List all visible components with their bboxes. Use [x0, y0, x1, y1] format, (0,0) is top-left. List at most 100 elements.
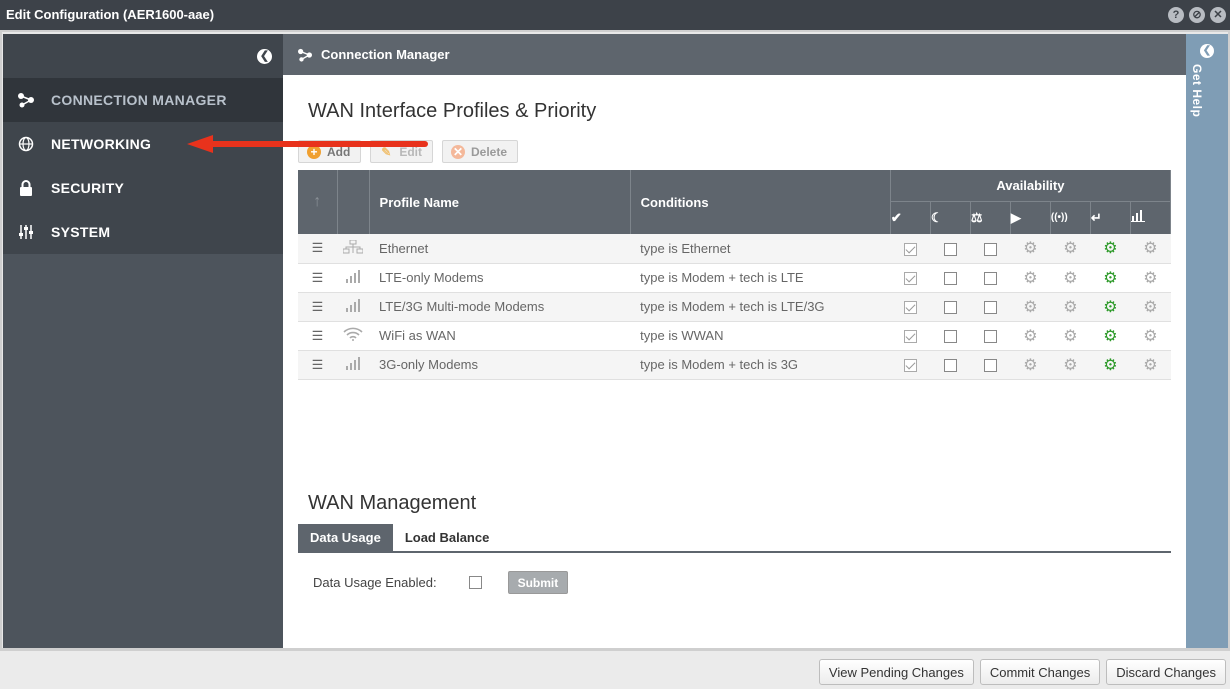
gear-icon[interactable]: ⚙ — [1103, 328, 1117, 345]
drag-handle-icon[interactable]: ☰ — [298, 263, 338, 293]
gear-icon[interactable]: ⚙ — [1063, 299, 1077, 316]
sidebar-item-system[interactable]: SYSTEM — [3, 210, 283, 254]
gear-icon[interactable]: ⚙ — [1063, 240, 1077, 257]
gear-icon[interactable]: ⚙ — [1143, 270, 1157, 287]
profile-name-header[interactable]: Profile Name — [369, 170, 631, 234]
standby-checkbox[interactable] — [943, 330, 957, 344]
get-help-label: Get Help — [1190, 64, 1204, 118]
sort-up-icon[interactable]: ↑ — [298, 170, 338, 234]
enabled-checkbox[interactable] — [903, 272, 917, 286]
enabled-checkbox[interactable] — [903, 359, 917, 373]
profile-name: LTE/3G Multi-mode Modems — [369, 292, 631, 322]
add-button[interactable]: + Add — [298, 140, 362, 163]
signal-icon — [337, 350, 370, 380]
commit-changes-button[interactable]: Commit Changes — [979, 659, 1101, 685]
sidebar-nav: CONNECTION MANAGER NETWORKING SECURITY S… — [3, 78, 283, 254]
profile-condition: type is Ethernet — [630, 234, 891, 264]
loadbalance-checkbox[interactable] — [983, 272, 997, 286]
edit-button[interactable]: ✎ Edit — [370, 140, 433, 163]
data-usage-checkbox[interactable] — [468, 576, 482, 589]
sidebar-item-label: CONNECTION MANAGER — [51, 92, 227, 108]
close-icon[interactable]: ✕ — [1210, 7, 1226, 23]
submit-button[interactable]: Submit — [507, 571, 569, 594]
standby-checkbox[interactable] — [943, 301, 957, 315]
view-pending-changes-button[interactable]: View Pending Changes — [818, 659, 974, 685]
gear-icon[interactable]: ⚙ — [1063, 328, 1077, 345]
drag-handle-icon[interactable]: ☰ — [298, 350, 338, 380]
help-icon[interactable]: ? — [1168, 7, 1184, 23]
table-row[interactable]: ☰ LTE/3G Multi-mode Modems type is Modem… — [298, 292, 1171, 322]
table-row[interactable]: ☰ LTE-only Modems type is Modem + tech i… — [298, 263, 1171, 293]
data-usage-label: Data Usage Enabled: — [313, 575, 437, 590]
gear-icon[interactable]: ⚙ — [1103, 357, 1117, 374]
sidebar-item-connection-manager[interactable]: CONNECTION MANAGER — [3, 78, 283, 122]
gear-icon[interactable]: ⚙ — [1023, 357, 1037, 374]
gear-icon[interactable]: ⚙ — [1143, 328, 1157, 345]
profile-name: 3G-only Modems — [369, 350, 631, 380]
check-icon: ✔ — [890, 201, 931, 234]
gear-icon[interactable]: ⚙ — [1103, 270, 1117, 287]
profile-condition: type is Modem + tech is LTE — [630, 263, 891, 293]
sidebar-item-security[interactable]: SECURITY — [3, 166, 283, 210]
play-icon: ▶ — [1010, 201, 1051, 234]
profile-name: LTE-only Modems — [369, 263, 631, 293]
title-bar: Edit Configuration (AER1600-aae) ? ⊘ ✕ — [0, 0, 1230, 30]
gear-icon[interactable]: ⚙ — [1143, 357, 1157, 374]
tab-load-balance[interactable]: Load Balance — [393, 524, 502, 551]
sliders-icon — [17, 223, 35, 241]
collapse-help-icon[interactable]: ❮ — [1200, 44, 1214, 58]
return-icon: ↵ — [1090, 201, 1131, 234]
delete-label: Delete — [471, 144, 508, 159]
loadbalance-checkbox[interactable] — [983, 301, 997, 315]
gear-icon[interactable]: ⚙ — [1103, 240, 1117, 257]
section-title-wan-management: WAN Management — [308, 492, 477, 514]
balance-icon: ⚖ — [970, 201, 1011, 234]
gear-icon[interactable]: ⚙ — [1023, 299, 1037, 316]
loadbalance-checkbox[interactable] — [983, 242, 997, 256]
edit-label: Edit — [399, 144, 422, 159]
help-panel[interactable]: ❮ Get Help — [1186, 34, 1228, 648]
standby-checkbox[interactable] — [943, 272, 957, 286]
drag-handle-icon[interactable]: ☰ — [298, 292, 338, 322]
wan-profiles-table: ↑ Profile Name Conditions Availability ✔… — [298, 170, 1172, 380]
enabled-checkbox[interactable] — [903, 301, 917, 315]
enabled-checkbox[interactable] — [903, 330, 917, 344]
broadcast-icon: ((•)) — [1050, 201, 1091, 234]
standby-checkbox[interactable] — [943, 359, 957, 373]
main-panel: Connection Manager WAN Interface Profile… — [283, 34, 1186, 648]
gear-icon[interactable]: ⚙ — [1143, 299, 1157, 316]
table-row[interactable]: ☰ WiFi as WAN type is WWAN ⚙ ⚙ ⚙ ⚙ — [298, 321, 1171, 351]
standby-checkbox[interactable] — [943, 242, 957, 256]
data-usage-row: Data Usage Enabled: Submit — [313, 571, 569, 594]
gear-icon[interactable]: ⚙ — [1023, 240, 1037, 257]
discard-changes-button[interactable]: Discard Changes — [1106, 659, 1226, 685]
signal-icon — [337, 263, 370, 293]
gear-icon[interactable]: ⚙ — [1063, 270, 1077, 287]
profile-condition: type is WWAN — [630, 321, 891, 351]
delete-button[interactable]: ✕ Delete — [442, 140, 519, 163]
drag-handle-icon[interactable]: ☰ — [298, 321, 338, 351]
enabled-checkbox[interactable] — [903, 242, 917, 256]
gear-icon[interactable]: ⚙ — [1023, 270, 1037, 287]
gear-icon[interactable]: ⚙ — [1063, 357, 1077, 374]
gear-icon[interactable]: ⚙ — [1143, 240, 1157, 257]
collapse-sidebar-icon[interactable]: ❮ — [257, 49, 272, 64]
globe-icon — [17, 135, 35, 153]
connection-icon — [17, 91, 35, 109]
gear-icon[interactable]: ⚙ — [1023, 328, 1037, 345]
conditions-header[interactable]: Conditions — [630, 170, 891, 234]
main-header: Connection Manager — [283, 34, 1186, 75]
drag-handle-icon[interactable]: ☰ — [298, 234, 338, 264]
gear-icon[interactable]: ⚙ — [1103, 299, 1117, 316]
loadbalance-checkbox[interactable] — [983, 359, 997, 373]
sidebar-item-label: SYSTEM — [51, 224, 111, 240]
cancel-icon[interactable]: ⊘ — [1189, 7, 1205, 23]
table-row[interactable]: ☰ 3G-only Modems type is Modem + tech is… — [298, 350, 1171, 380]
sidebar-item-networking[interactable]: NETWORKING — [3, 122, 283, 166]
main-header-title: Connection Manager — [321, 47, 450, 62]
loadbalance-checkbox[interactable] — [983, 330, 997, 344]
table-row[interactable]: ☰ Ethernet type is Ethernet ⚙ ⚙ ⚙ ⚙ — [298, 234, 1171, 264]
plus-icon: + — [307, 144, 321, 159]
tab-data-usage[interactable]: Data Usage — [298, 524, 393, 551]
add-label: Add — [327, 144, 351, 159]
